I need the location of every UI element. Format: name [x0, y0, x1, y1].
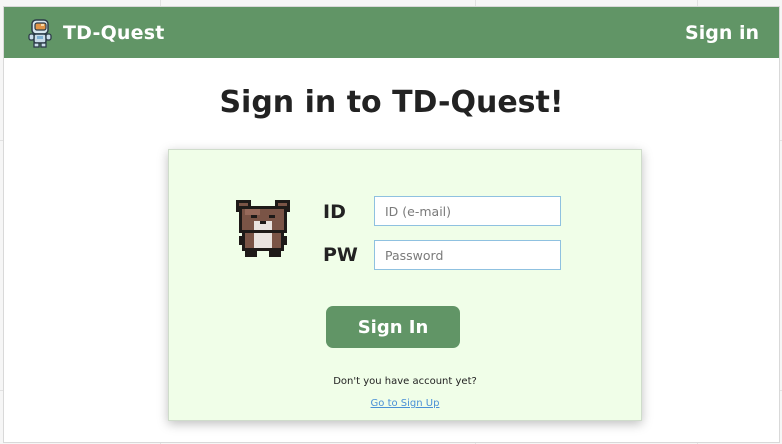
id-input[interactable]	[374, 196, 561, 226]
password-input[interactable]	[374, 240, 561, 270]
astronaut-logo-icon	[28, 18, 52, 48]
brand-link[interactable]: TD-Quest	[26, 18, 165, 48]
signin-button[interactable]: Sign In	[326, 306, 460, 348]
browser-page: TD-Quest Sign in Sign in to TD-Quest! ID…	[3, 6, 780, 443]
nav-signin-link[interactable]: Sign in	[685, 22, 759, 44]
signup-link[interactable]: Go to Sign Up	[371, 398, 440, 409]
pw-label: PW	[323, 244, 358, 266]
brand-name: TD-Quest	[63, 21, 165, 44]
no-account-text: Don't you have account yet?	[333, 376, 477, 387]
page-title: Sign in to TD-Quest!	[219, 85, 564, 120]
signup-link-container: Go to Sign Up	[169, 398, 641, 409]
login-card: ID PW Sign In Don't you have account yet…	[168, 149, 642, 421]
id-label: ID	[323, 201, 346, 223]
pixel-bear-icon	[236, 200, 290, 257]
navbar: TD-Quest Sign in	[4, 7, 779, 58]
